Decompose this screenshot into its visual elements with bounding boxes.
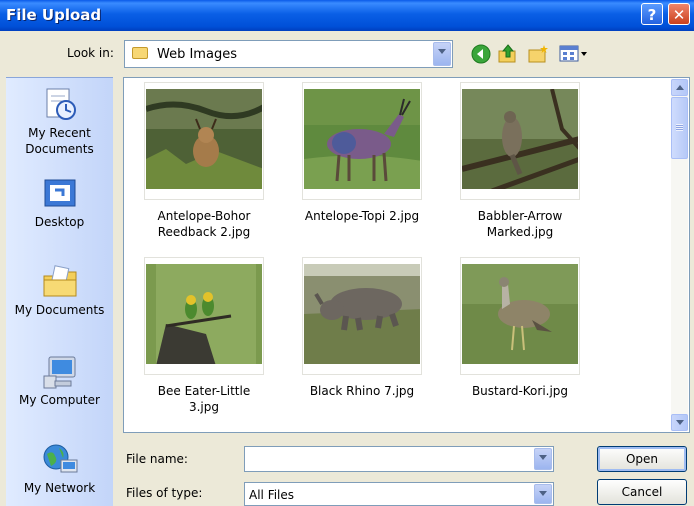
file-item[interactable]: Antelope-Topi 2.jpg: [301, 82, 423, 224]
title-bar: File Upload ? ✕: [0, 0, 694, 31]
folder-icon: [132, 47, 148, 59]
look-in-dropdown[interactable]: Web Images: [124, 40, 453, 68]
place-label: My Documents: [14, 303, 105, 317]
close-button[interactable]: ✕: [668, 3, 690, 25]
thumbnail: [302, 257, 422, 375]
file-item[interactable]: Bee Eater-Little 3.jpg: [143, 257, 265, 415]
back-icon[interactable]: [470, 43, 492, 65]
window-title: File Upload: [6, 6, 102, 24]
cancel-button[interactable]: Cancel: [597, 479, 687, 505]
places-bar: My Recent Documents Desktop My Documents…: [6, 77, 113, 506]
scroll-down-icon[interactable]: [671, 414, 688, 431]
place-my-network[interactable]: My Network: [6, 442, 113, 495]
file-name: Black Rhino 7.jpg: [309, 384, 415, 398]
file-item[interactable]: Black Rhino 7.jpg: [301, 257, 423, 399]
file-item[interactable]: Babbler-Arrow Marked.jpg: [459, 82, 581, 240]
place-label: My Computer: [19, 393, 100, 407]
thumbnail: [144, 257, 264, 375]
file-name: Bee Eater-Little 3.jpg: [157, 384, 251, 414]
my-documents-icon: [41, 264, 79, 300]
place-label: Desktop: [34, 215, 85, 229]
file-type-dropdown[interactable]: All Files: [244, 482, 554, 506]
up-folder-icon[interactable]: [497, 43, 519, 65]
thumbnail: [144, 82, 264, 200]
look-in-label: Look in:: [67, 46, 114, 60]
file-name: Babbler-Arrow Marked.jpg: [477, 209, 563, 239]
chevron-down-icon[interactable]: [433, 42, 451, 66]
file-item[interactable]: Antelope-Bohor Reedback 2.jpg: [143, 82, 265, 240]
chevron-down-icon[interactable]: [534, 448, 552, 470]
file-name: Antelope-Topi 2.jpg: [304, 209, 420, 223]
thumbnail: [302, 82, 422, 200]
views-icon[interactable]: [558, 43, 590, 65]
file-list[interactable]: Antelope-Bohor Reedback 2.jpg Antelope-T…: [123, 77, 690, 433]
my-network-icon: [41, 442, 79, 478]
place-my-recent-documents[interactable]: My Recent Documents: [6, 86, 113, 157]
file-name: Antelope-Bohor Reedback 2.jpg: [157, 209, 251, 239]
place-my-computer[interactable]: My Computer: [6, 354, 113, 407]
look-in-value: Web Images: [157, 47, 237, 62]
thumbnail: [460, 257, 580, 375]
place-label: My Recent Documents: [25, 126, 94, 156]
open-button[interactable]: Open: [597, 446, 687, 472]
file-type-value: All Files: [249, 488, 295, 502]
scroll-thumb[interactable]: [671, 97, 688, 159]
recent-documents-icon: [41, 86, 79, 122]
help-button[interactable]: ?: [641, 3, 663, 25]
vertical-scrollbar[interactable]: [671, 79, 688, 431]
place-label: My Network: [23, 481, 96, 495]
file-item[interactable]: Bustard-Kori.jpg: [459, 257, 581, 399]
scroll-up-icon[interactable]: [671, 79, 688, 96]
chevron-down-icon[interactable]: [534, 484, 552, 504]
file-name: Bustard-Kori.jpg: [471, 384, 569, 398]
desktop-icon: [41, 176, 79, 212]
file-name-label: File name:: [126, 452, 188, 466]
file-name-field[interactable]: [244, 446, 554, 472]
new-folder-icon[interactable]: [527, 43, 549, 65]
file-type-label: Files of type:: [126, 486, 203, 500]
place-desktop[interactable]: Desktop: [6, 176, 113, 229]
place-my-documents[interactable]: My Documents: [6, 264, 113, 317]
my-computer-icon: [41, 354, 79, 390]
thumbnail: [460, 82, 580, 200]
